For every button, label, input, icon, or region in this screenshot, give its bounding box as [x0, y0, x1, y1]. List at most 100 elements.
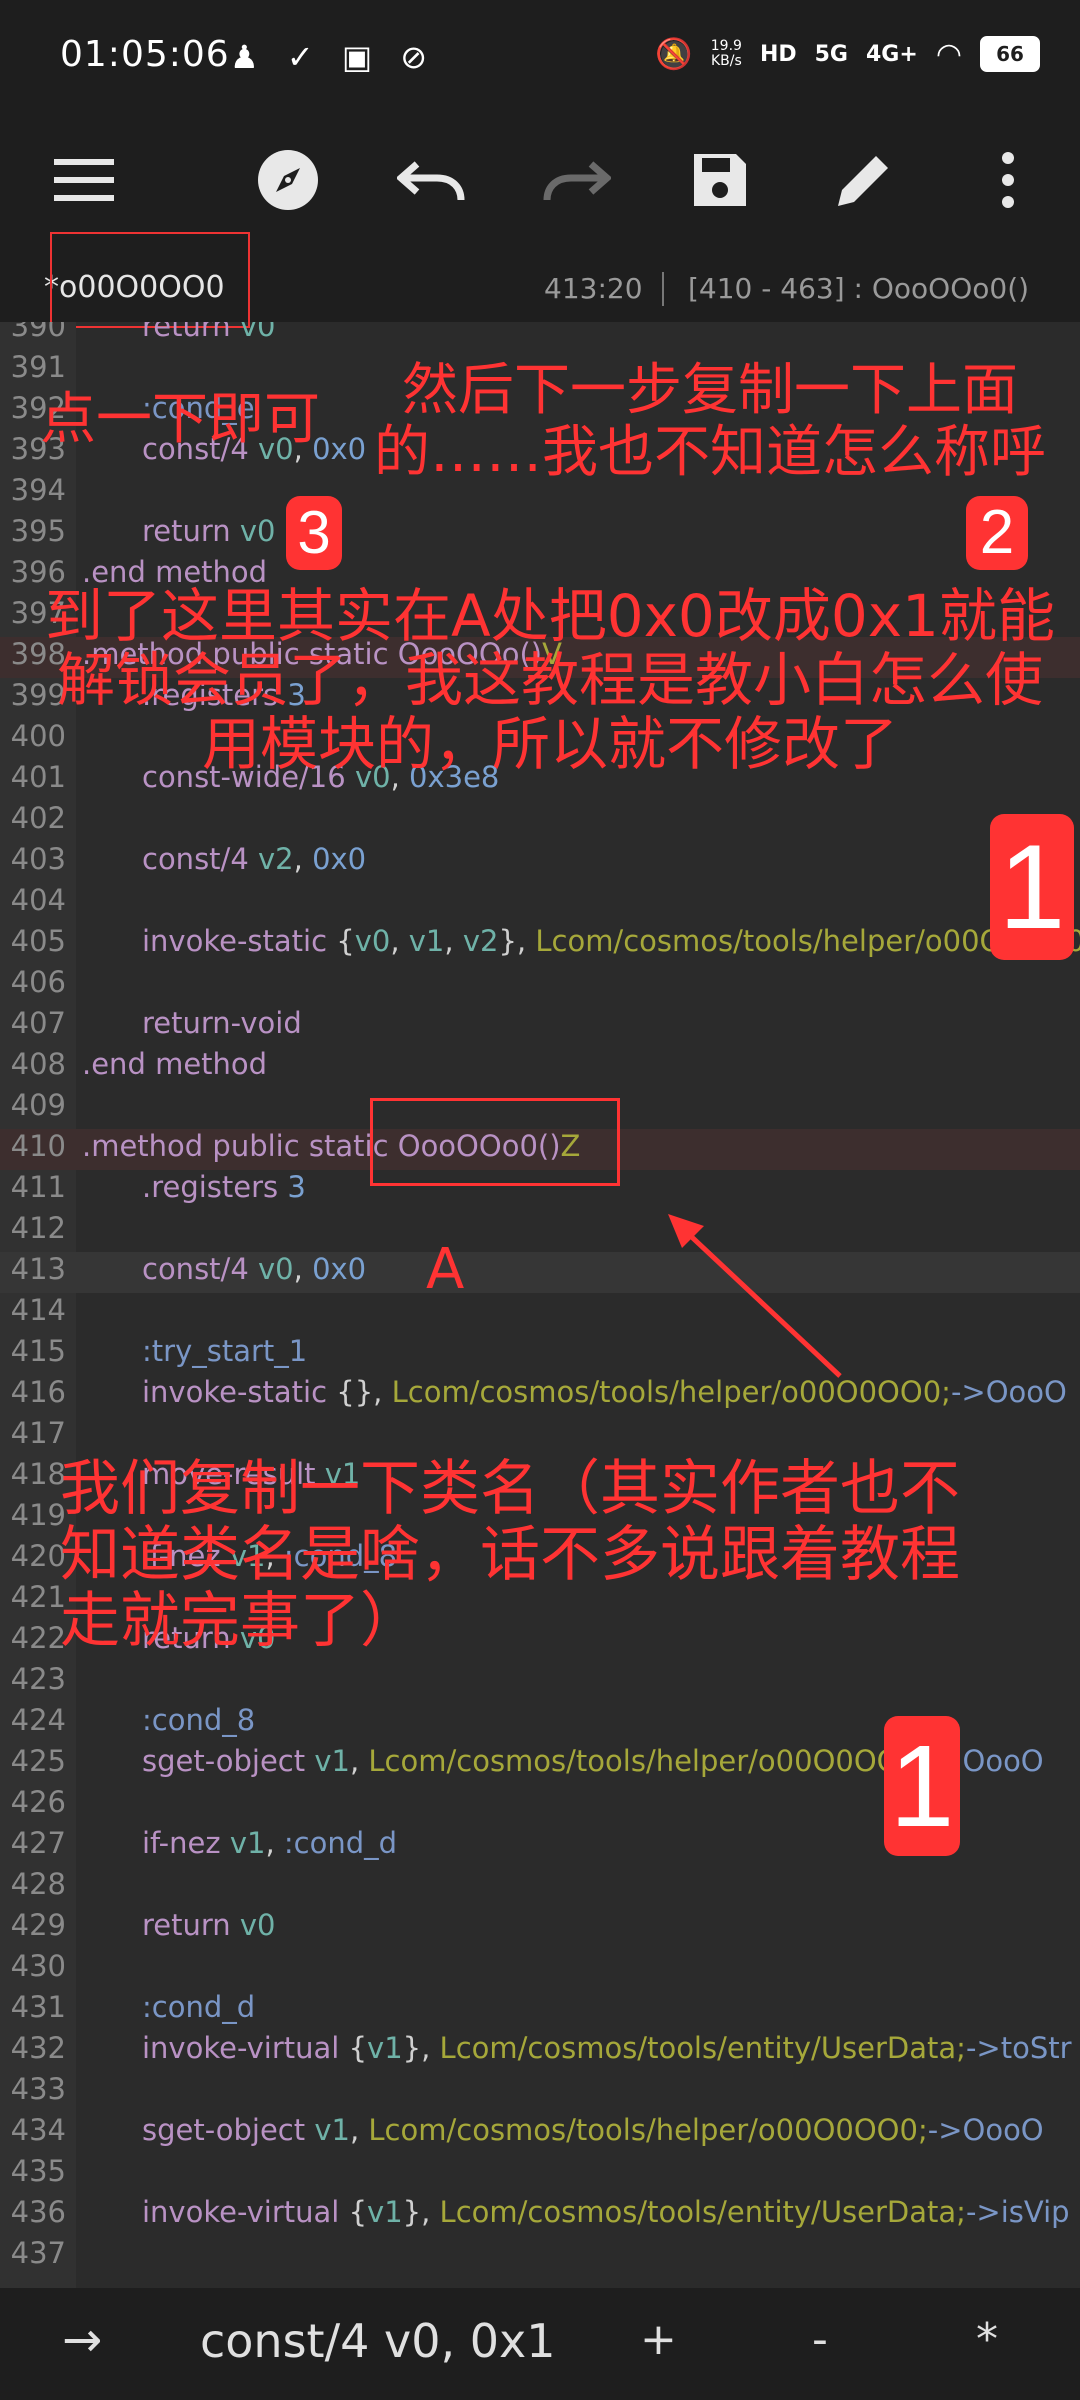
code-line[interactable]: 406 — [0, 965, 1080, 1006]
code-text: return v0 — [142, 322, 276, 343]
step-badge-3: 3 — [286, 496, 342, 570]
code-line[interactable]: 413 const/4 v0, 0x0 — [0, 1252, 1080, 1293]
code-line[interactable]: 435 — [0, 2154, 1080, 2195]
code-line[interactable]: 415:try_start_1 — [0, 1334, 1080, 1375]
annotation-copy-class: 我们复制一下类名（其实作者也不知道类名是啥，话不多说跟着教程走就完事了） — [60, 1454, 960, 1656]
code-line[interactable]: 423 — [0, 1662, 1080, 1703]
code-token: 0x0 — [312, 842, 367, 876]
line-number: 394 — [10, 473, 66, 507]
code-line[interactable]: 432 invoke-virtual {v1}, Lcom/cosmos/tool… — [0, 2031, 1080, 2072]
undo-icon[interactable] — [392, 140, 472, 220]
code-token: return — [142, 514, 231, 548]
code-token: }, — [498, 924, 536, 958]
line-number: 433 — [10, 2072, 66, 2106]
code-line[interactable]: 429 return v0 — [0, 1908, 1080, 1949]
code-token: :cond_8 — [142, 1703, 256, 1737]
code-text: return-void — [142, 1006, 302, 1040]
code-token: { — [327, 924, 355, 958]
pencil-icon[interactable] — [824, 140, 904, 220]
code-token: v1 — [408, 924, 445, 958]
code-token: .end method — [82, 1047, 268, 1081]
line-number: 426 — [10, 1785, 66, 1819]
search-bar: → const/4 v0, 0x1 + - * — [0, 2288, 1080, 2400]
wifi-icon: ◠ — [935, 36, 962, 72]
step-badge-1-top: 1 — [990, 814, 1074, 960]
line-number: 424 — [10, 1703, 66, 1737]
line-number: 425 — [10, 1744, 66, 1778]
compass-icon[interactable] — [248, 140, 328, 220]
code-token: invoke-virtual — [142, 2195, 340, 2229]
code-line[interactable]: 428 — [0, 1867, 1080, 1908]
code-token: :cond_d — [283, 1826, 398, 1860]
method-range[interactable]: [410 - 463] : OooOOo0() — [688, 272, 1029, 305]
line-number: 406 — [10, 965, 66, 999]
code-line[interactable]: 407 return-void — [0, 1006, 1080, 1047]
redo-icon[interactable] — [536, 140, 616, 220]
code-token: , — [293, 842, 313, 876]
code-line[interactable]: 433 — [0, 2072, 1080, 2113]
arrow-right-icon[interactable]: → — [62, 2312, 102, 2368]
code-token: , — [349, 1744, 369, 1778]
line-number: 410 — [10, 1129, 66, 1163]
line-number: 432 — [10, 2031, 66, 2065]
line-number: 391 — [10, 350, 66, 384]
code-token: v0 — [258, 1252, 294, 1286]
line-number: 403 — [10, 842, 66, 876]
search-input[interactable]: const/4 v0, 0x1 — [200, 2314, 555, 2368]
code-token: return — [142, 322, 231, 343]
code-token: :try_start_1 — [142, 1334, 308, 1368]
code-line[interactable]: 417 — [0, 1416, 1080, 1457]
code-token: ->toStr — [965, 2031, 1072, 2065]
minus-button[interactable]: - — [812, 2314, 828, 2365]
code-line[interactable]: 431:cond_d — [0, 1990, 1080, 2031]
code-line[interactable]: 414 — [0, 1293, 1080, 1334]
code-token: Lcom/cosmos/tools/entity/UserData; — [439, 2031, 966, 2065]
line-number: 409 — [10, 1088, 66, 1122]
code-token: v0 — [239, 322, 276, 343]
code-line[interactable]: 436 invoke-virtual {v1}, Lcom/cosmos/tool… — [0, 2195, 1080, 2236]
code-line[interactable]: 403 const/4 v2, 0x0 — [0, 842, 1080, 883]
code-line[interactable]: 390 return v0 — [0, 322, 1080, 350]
code-text: invoke-virtual {v1}, Lcom/cosmos/tools/e… — [142, 2195, 1070, 2229]
code-token: invoke-static — [142, 1375, 328, 1409]
code-token: return-void — [142, 1006, 302, 1040]
code-line[interactable]: 402 — [0, 801, 1080, 842]
line-number: 417 — [10, 1416, 66, 1450]
menu-icon[interactable] — [44, 140, 124, 220]
code-text: invoke-static {v0, v1, v2}, Lcom/cosmos/… — [142, 924, 1080, 958]
code-token: v0 — [239, 514, 276, 548]
mute-icon: 🔕 — [655, 36, 693, 72]
code-line[interactable]: 405 invoke-static {v0, v1, v2}, Lcom/cosm… — [0, 924, 1080, 965]
code-line[interactable]: 416 invoke-static {}, Lcom/cosmos/tools/h… — [0, 1375, 1080, 1416]
line-number: 405 — [10, 924, 66, 958]
line-number: 390 — [10, 322, 66, 343]
line-number: 411 — [10, 1170, 66, 1204]
code-token: sget-object — [142, 2113, 306, 2147]
code-token: v2 — [258, 842, 294, 876]
more-vertical-icon[interactable] — [968, 140, 1048, 220]
code-line[interactable]: 430 — [0, 1949, 1080, 1990]
plus-button[interactable]: + — [640, 2314, 677, 2365]
code-line[interactable]: 408 .end method — [0, 1047, 1080, 1088]
save-icon[interactable] — [680, 140, 760, 220]
line-number: 416 — [10, 1375, 66, 1409]
code-token: Lcom/cosmos/tools/helper/o00O0OO0; — [368, 1744, 928, 1778]
code-token: v1 — [367, 2031, 403, 2065]
code-token: ->OooO — [927, 2113, 1044, 2147]
code-line[interactable]: 437 — [0, 2236, 1080, 2277]
annotation-label-a: A — [426, 1237, 465, 1302]
code-line[interactable]: 395 return v0 — [0, 514, 1080, 555]
line-number: 430 — [10, 1949, 66, 1983]
code-text: .registers 3 — [142, 1170, 306, 1204]
code-line[interactable]: 412 — [0, 1211, 1080, 1252]
line-number: 418 — [10, 1457, 66, 1491]
editor-toolbar — [0, 110, 1080, 250]
star-button[interactable]: * — [976, 2314, 998, 2365]
code-line[interactable]: 434 sget-object v1, Lcom/cosmos/tools/hel… — [0, 2113, 1080, 2154]
step-badge-2: 2 — [966, 496, 1028, 570]
code-text: sget-object v1, Lcom/cosmos/tools/helper… — [142, 2113, 1044, 2147]
line-number: 434 — [10, 2113, 66, 2147]
code-line[interactable]: 404 — [0, 883, 1080, 924]
